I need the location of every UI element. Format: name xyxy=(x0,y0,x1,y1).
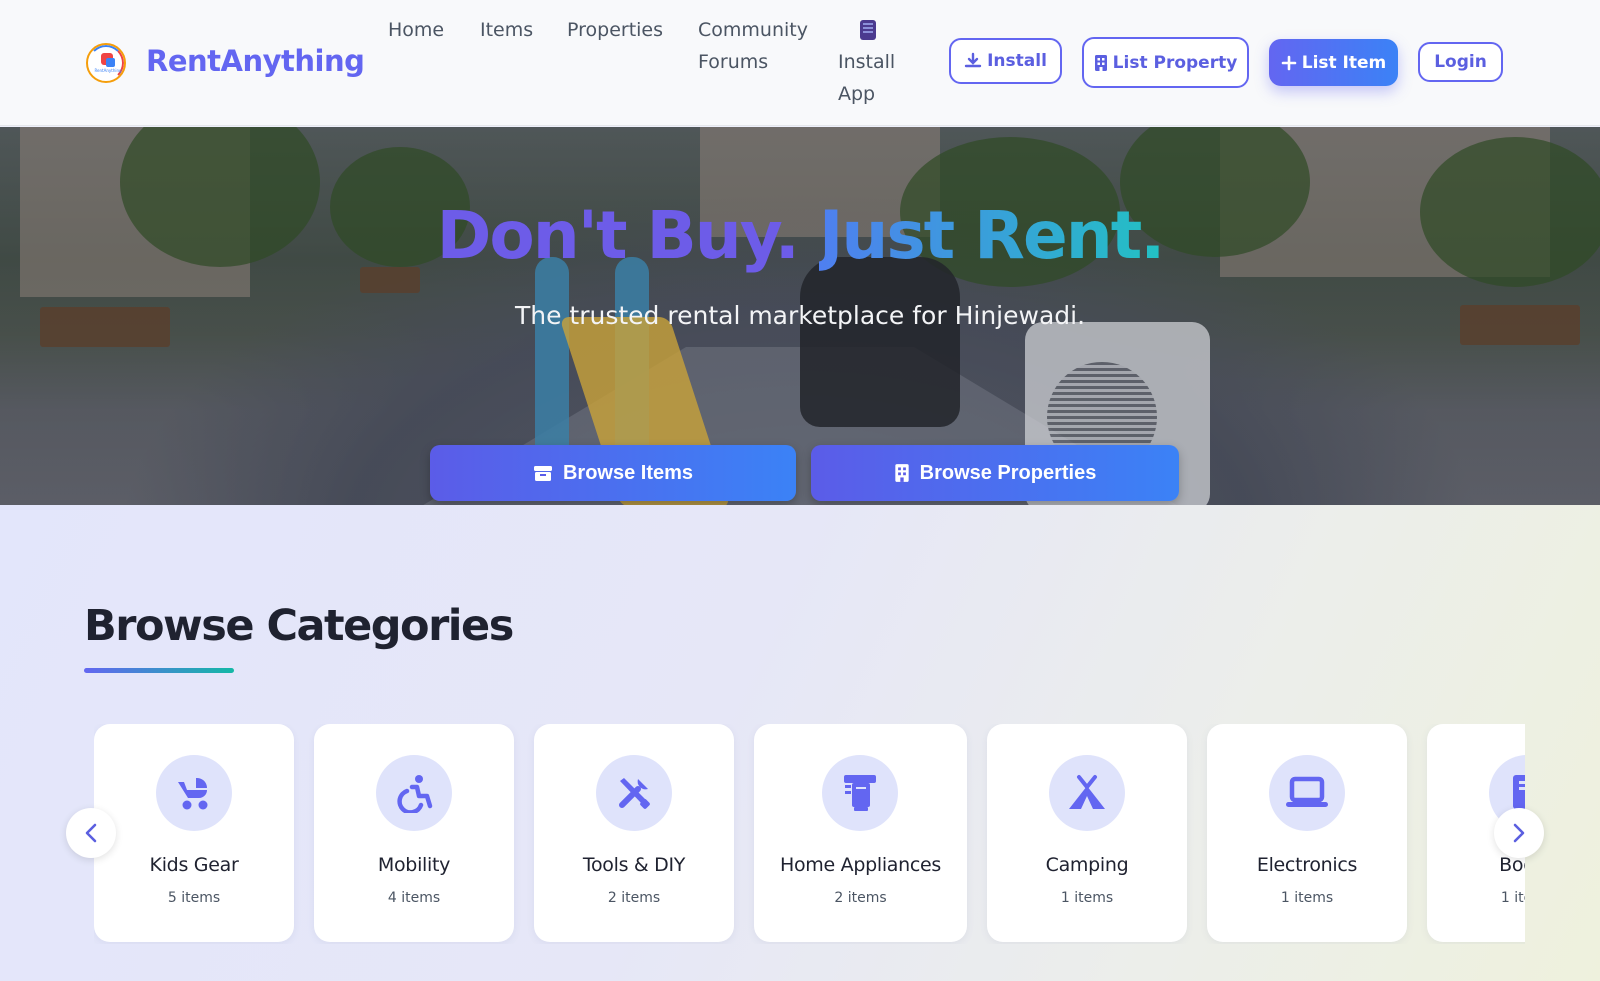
tools-icon xyxy=(596,755,672,831)
chevron-left-icon xyxy=(85,823,97,843)
carousel-prev-button[interactable] xyxy=(66,808,116,858)
logo-icon[interactable]: RentAnything xyxy=(86,43,126,83)
category-count: 2 items xyxy=(834,890,887,906)
nav-home[interactable]: Home xyxy=(388,14,444,46)
hero-title-part1: Don't Buy. xyxy=(436,197,800,274)
category-name: Home Appliances xyxy=(779,854,942,876)
title-underline xyxy=(84,668,234,673)
building-icon xyxy=(1094,54,1107,71)
category-name: Kids Gear xyxy=(149,854,239,876)
install-button[interactable]: Install xyxy=(949,38,1062,84)
category-name: Electronics xyxy=(1256,854,1358,876)
browse-properties-label: Browse Properties xyxy=(919,461,1097,484)
category-card-kids-gear[interactable]: Kids Gear 5 items xyxy=(94,724,294,942)
list-item-button-label: List Item xyxy=(1301,52,1387,73)
category-count: 2 items xyxy=(607,890,661,906)
logo-text: RentAnything xyxy=(94,68,122,73)
category-count: 4 items xyxy=(387,890,441,906)
hero-title: Don't Buy. Just Rent. xyxy=(0,197,1600,274)
wheelchair-icon xyxy=(376,755,452,831)
nav-install-line1: Install xyxy=(838,51,896,73)
mobile-app-icon xyxy=(860,20,876,40)
carousel-next-button[interactable] xyxy=(1494,808,1544,858)
site-header: RentAnything RentAnything Home Items Pro… xyxy=(0,0,1600,126)
category-count: 1 items xyxy=(1280,890,1334,906)
login-button-label: Login xyxy=(1434,52,1487,72)
list-item-button[interactable]: List Item xyxy=(1269,39,1398,86)
category-carousel: Kids Gear 5 items Mobility 4 items Tools… xyxy=(94,724,1525,944)
hero-subtitle: The trusted rental marketplace for Hinje… xyxy=(514,301,1086,330)
category-card-home-appliances[interactable]: Home Appliances 2 items xyxy=(754,724,967,942)
category-card-mobility[interactable]: Mobility 4 items xyxy=(314,724,514,942)
nav-properties[interactable]: Properties xyxy=(567,14,663,46)
install-button-label: Install xyxy=(987,51,1047,71)
nav-items[interactable]: Items xyxy=(480,14,533,46)
category-count: 5 items xyxy=(167,890,221,906)
chevron-right-icon xyxy=(1513,823,1525,843)
category-name: Mobility xyxy=(377,854,451,876)
laptop-icon xyxy=(1269,755,1345,831)
category-name: Books xyxy=(1499,854,1525,876)
category-card-camping[interactable]: Camping 1 items xyxy=(987,724,1187,942)
browse-properties-button[interactable]: Browse Properties xyxy=(811,445,1179,501)
list-property-button-label: List Property xyxy=(1112,52,1238,73)
section-title: Browse Categories xyxy=(84,601,514,651)
category-count: 1 items xyxy=(1060,890,1114,906)
tent-icon xyxy=(1049,755,1125,831)
category-card-electronics[interactable]: Electronics 1 items xyxy=(1207,724,1407,942)
category-name: Camping xyxy=(1045,854,1129,876)
browse-items-button[interactable]: Browse Items xyxy=(430,445,796,501)
box-icon xyxy=(533,466,552,481)
categories-section: Browse Categories Kids Gear 5 items Mobi… xyxy=(0,505,1600,981)
nav-community-line1: Community xyxy=(698,19,808,41)
nav-install-line2: App xyxy=(838,83,876,105)
browse-items-label: Browse Items xyxy=(562,461,694,484)
hero-banner: Don't Buy. Just Rent. The trusted rental… xyxy=(0,127,1600,505)
building-icon xyxy=(894,464,909,482)
download-icon xyxy=(964,52,982,68)
list-property-button[interactable]: List Property xyxy=(1082,37,1249,88)
category-name: Tools & DIY xyxy=(582,854,686,876)
stroller-icon xyxy=(156,755,232,831)
category-card-tools-diy[interactable]: Tools & DIY 2 items xyxy=(534,724,734,942)
hero-title-part2: Just Rent. xyxy=(818,197,1166,274)
login-button[interactable]: Login xyxy=(1418,42,1503,82)
plus-icon xyxy=(1281,55,1297,70)
brand-name[interactable]: RentAnything xyxy=(146,44,365,78)
category-count: 1 items xyxy=(1500,890,1525,906)
appliance-icon xyxy=(822,755,898,831)
nav-community-line2: Forums xyxy=(698,51,769,73)
